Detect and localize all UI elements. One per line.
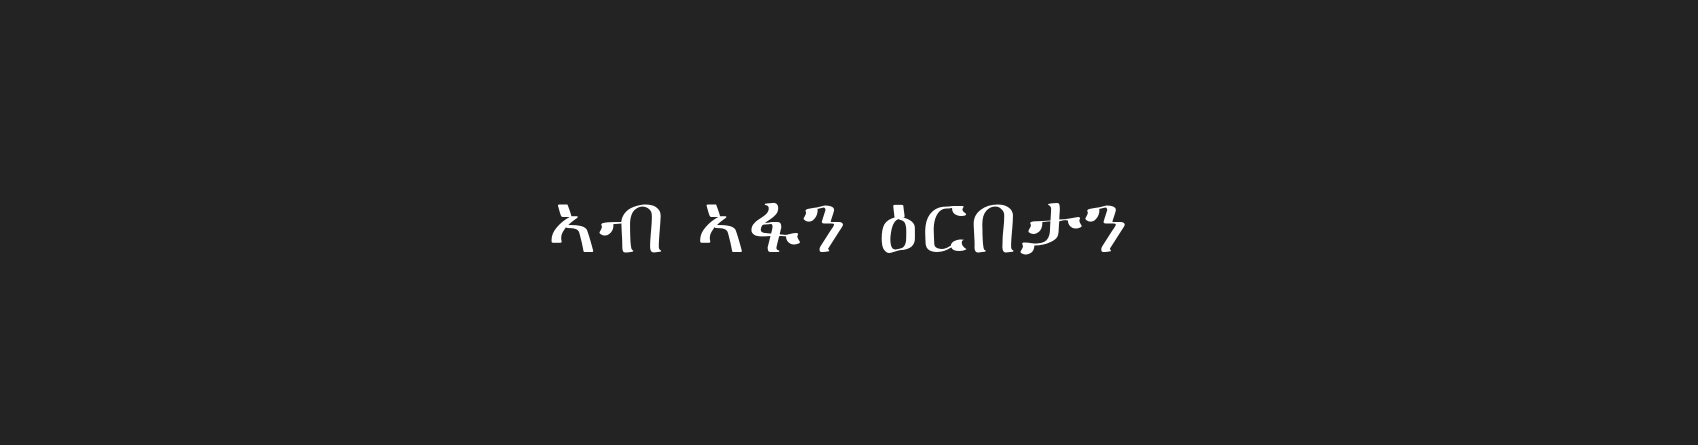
caption-text: ኣብ ኣፋን ዕርበታን <box>547 173 1131 272</box>
text-canvas: ኣብ ኣፋን ዕርበታን <box>0 0 1698 445</box>
